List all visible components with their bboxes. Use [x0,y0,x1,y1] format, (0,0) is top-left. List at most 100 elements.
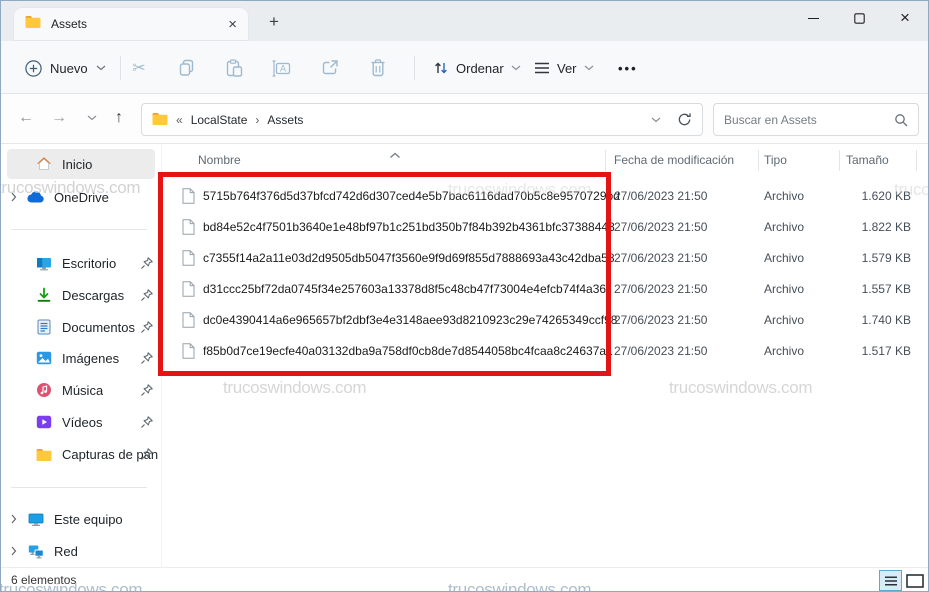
file-icon [182,312,195,333]
tab-close-icon[interactable]: × [228,17,237,32]
column-header-type[interactable]: Tipo [764,153,787,167]
view-button[interactable]: Ver [534,53,594,83]
file-size: 1.579 KB [821,251,911,265]
search-input[interactable] [724,113,894,127]
list-lines-icon [534,62,550,74]
paste-button[interactable] [222,55,246,81]
forward-button[interactable]: → [44,102,74,134]
large-icons-view-toggle[interactable] [904,572,925,589]
more-options-button[interactable]: ••• [618,53,638,83]
delete-button[interactable] [366,55,390,81]
file-size: 1.557 KB [821,282,911,296]
copy-button[interactable] [175,55,199,81]
cut-icon: ✂ [132,58,145,78]
close-button[interactable]: × [882,1,928,35]
refresh-icon[interactable] [677,112,692,127]
sidebar-item-videos[interactable]: Vídeos [1,407,161,437]
address-bar[interactable]: « LocalState › Assets [141,103,703,136]
sidebar-divider [11,487,147,488]
table-row[interactable]: c7355f14a2a11e03d2d9505db5047f3560e9f9d6… [161,243,929,274]
pin-icon [141,448,153,463]
search-icon[interactable] [894,113,908,127]
sidebar-item-home[interactable]: Inicio [7,149,155,179]
file-type: Archivo [764,282,804,296]
column-separator[interactable] [605,150,606,171]
tab-bar: Assets × + × [1,1,928,41]
tab-assets[interactable]: Assets × [13,7,249,41]
sidebar-item-music[interactable]: Música [1,375,161,405]
column-header-size[interactable]: Tamaño [846,153,889,167]
new-tab-button[interactable]: + [261,9,287,34]
file-icon [182,188,195,209]
address-dropdown-icon[interactable] [651,117,661,123]
file-name: dc0e4390414a6e965657bf2dbf3e4e3148aee93d… [203,313,617,327]
toolbar-separator [120,56,121,80]
cut-button[interactable]: ✂ [127,55,151,81]
download-icon [35,287,53,303]
table-row[interactable]: bd84e52c4f7501b3640e1e48bf97b1c251bd350b… [161,212,929,243]
sidebar-item-desktop[interactable]: Escritorio [1,248,161,278]
file-icon [182,343,195,364]
item-count-label: 6 elementos [11,573,76,587]
table-row[interactable]: d31ccc25bf72da0745f34e257603a13378d8f5c4… [161,274,929,305]
chevron-down-icon [87,115,97,121]
search-box[interactable] [713,103,919,136]
pin-icon [141,352,153,367]
trash-icon [370,59,386,77]
folder-icon [25,15,41,33]
column-header-modified[interactable]: Fecha de modificación [614,153,734,167]
rename-icon: A [272,60,292,77]
watermark: trucoswindows.com [669,378,812,398]
breadcrumb-overflow-icon[interactable]: « [176,113,183,127]
chevron-down-icon [511,65,521,71]
sidebar-item-pictures[interactable]: Imágenes [1,343,161,373]
rename-button[interactable]: A [270,55,294,81]
file-modified: 27/06/2023 21:50 [614,344,707,358]
file-name: c7355f14a2a11e03d2d9505db5047f3560e9f9d6… [203,251,615,265]
details-view-icon [884,576,898,586]
pin-icon [141,321,153,336]
column-separator[interactable] [758,150,759,171]
column-separator[interactable] [839,150,840,171]
sidebar-item-network[interactable]: Red [1,536,161,566]
up-button[interactable]: ↑ [104,102,134,134]
chevron-right-icon[interactable] [1,546,27,556]
table-row[interactable]: f85b0d7ce19ecfe40a03132dba9a758df0cb8de7… [161,336,929,367]
table-row[interactable]: dc0e4390414a6e965657bf2dbf3e4e3148aee93d… [161,305,929,336]
sort-button[interactable]: Ordenar [433,53,521,83]
breadcrumb-item-assets[interactable]: Assets [267,113,303,127]
cloud-icon [27,191,45,203]
file-size: 1.620 KB [821,189,911,203]
file-type: Archivo [764,251,804,265]
sidebar-item-downloads[interactable]: Descargas [1,280,161,310]
file-name: bd84e52c4f7501b3640e1e48bf97b1c251bd350b… [203,220,615,234]
breadcrumb-item-localstate[interactable]: LocalState [191,113,248,127]
details-view-toggle[interactable] [879,570,902,591]
table-row[interactable]: 5715b764f376d5d37bfcd742d6d307ced4e5b7ba… [161,181,929,212]
address-row: ← → ↑ « LocalState › Assets [1,94,928,144]
plus-circle-icon [25,60,42,77]
new-button[interactable]: Nuevo [17,53,114,83]
sort-arrows-icon [433,60,449,76]
file-modified: 27/06/2023 21:50 [614,220,707,234]
sidebar-item-screenshots[interactable]: Capturas de pan [1,439,161,469]
column-separator[interactable] [916,150,917,171]
share-button[interactable] [318,55,342,81]
back-button[interactable]: ← [11,102,41,134]
sidebar-item-documents[interactable]: Documentos [1,312,161,342]
sidebar-item-this-pc[interactable]: Este equipo [1,504,161,534]
chevron-right-icon[interactable] [1,192,27,202]
chevron-right-icon[interactable] [1,514,27,524]
minimize-button[interactable] [790,1,836,35]
folder-icon [152,112,168,128]
maximize-button[interactable] [836,1,882,35]
window-controls: × [790,1,928,35]
recent-locations-button[interactable] [77,102,107,134]
file-type: Archivo [764,313,804,327]
sidebar-item-onedrive[interactable]: OneDrive [1,182,161,212]
column-header-name[interactable]: Nombre [198,153,241,167]
command-bar: Nuevo ✂ A Ordenar Ver ••• [1,41,928,94]
computer-icon [27,512,45,527]
file-type: Archivo [764,189,804,203]
file-size: 1.740 KB [821,313,911,327]
